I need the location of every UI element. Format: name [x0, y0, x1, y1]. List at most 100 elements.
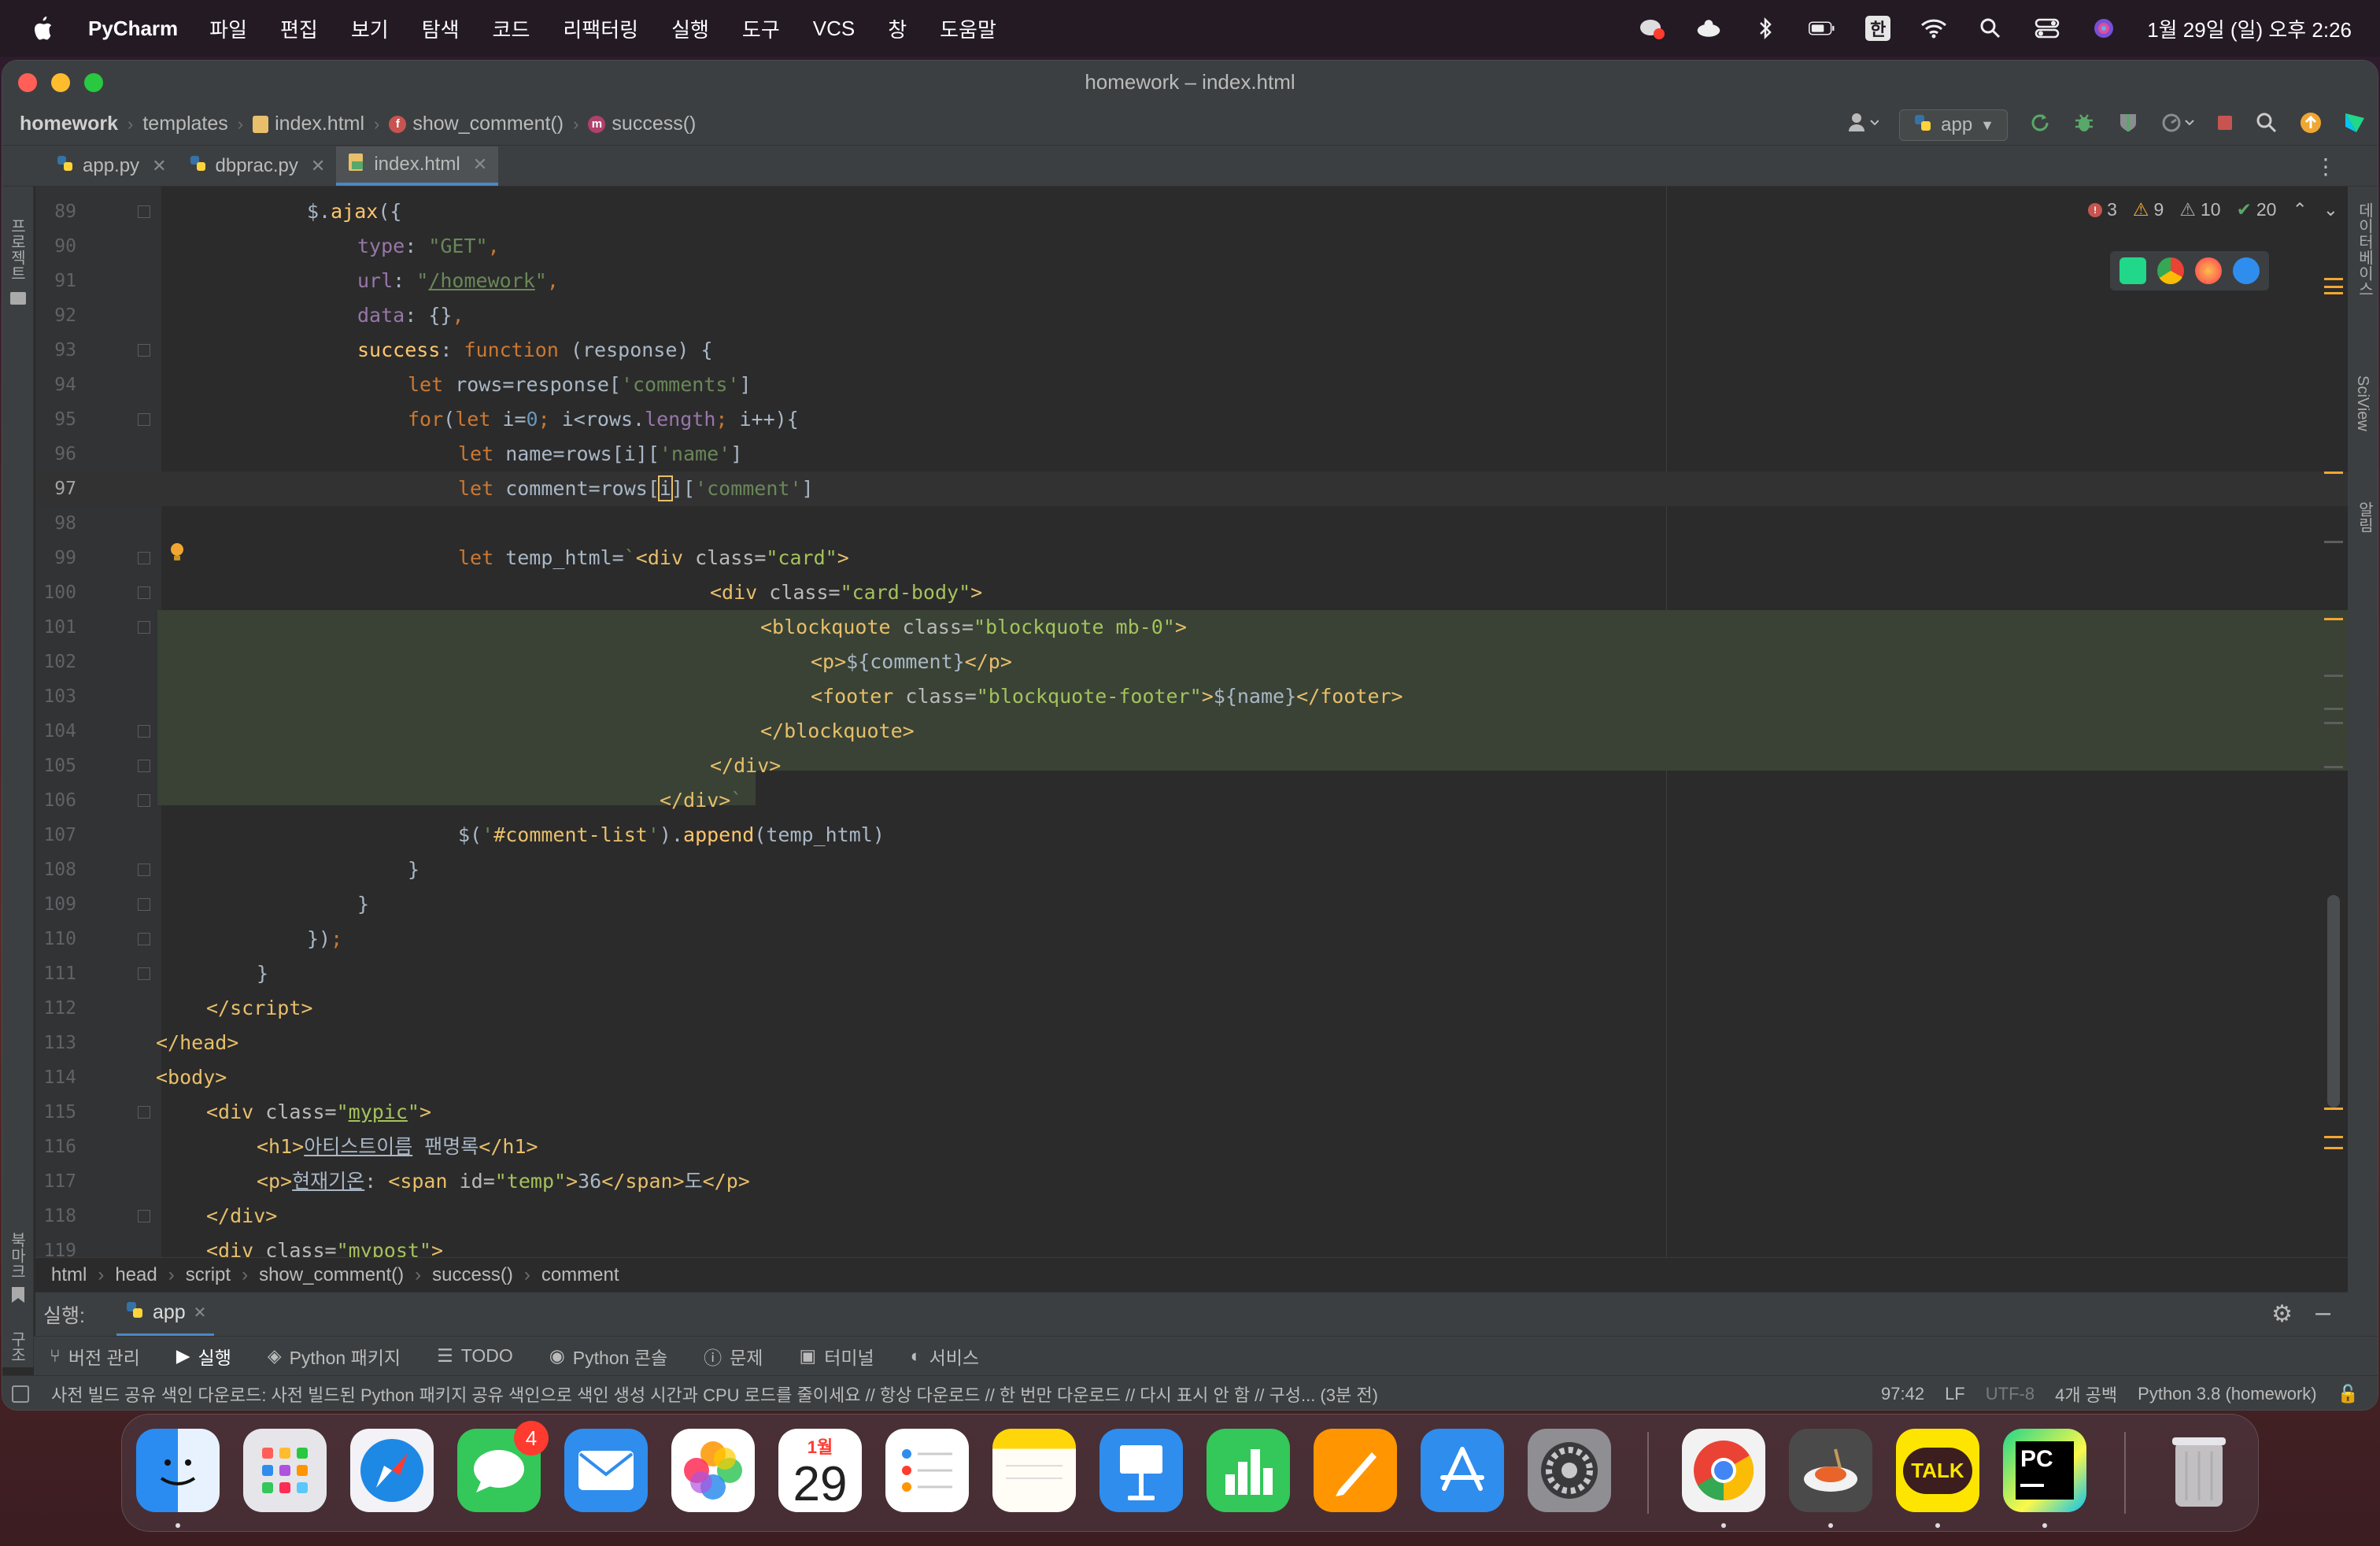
fold-marker-icon[interactable] [138, 725, 150, 738]
fold-marker-icon[interactable] [138, 621, 150, 634]
menu-vcs[interactable]: VCS [813, 17, 855, 41]
database-tool-window[interactable]: 데이터베이스 [2353, 202, 2376, 297]
calendar-icon[interactable]: 1월 29 [778, 1429, 862, 1512]
lock-icon[interactable]: 🔓 [2338, 1384, 2359, 1404]
safari-icon[interactable] [350, 1429, 434, 1512]
fold-marker-icon[interactable] [138, 413, 150, 426]
finder-icon[interactable] [136, 1429, 220, 1512]
minimize-window-button[interactable] [51, 73, 70, 92]
fold-marker-icon[interactable] [138, 760, 150, 772]
chrome-browser-icon[interactable] [2157, 257, 2184, 284]
tab-index-html[interactable]: index.html ✕ [336, 146, 499, 186]
menu-run[interactable]: 실행 [671, 14, 709, 43]
status-toggle-icon[interactable] [12, 1385, 29, 1403]
breadcrumb-script[interactable]: script [186, 1264, 231, 1286]
spotlight-search-icon[interactable] [1977, 17, 2004, 40]
chrome-icon[interactable] [1682, 1429, 1765, 1512]
messages-icon[interactable]: 4 [457, 1421, 549, 1512]
fold-marker-icon[interactable] [138, 1210, 150, 1222]
firefox-browser-icon[interactable] [2195, 257, 2222, 284]
menu-code[interactable]: 코드 [493, 14, 530, 43]
nav-crumb-success[interactable]: m success() [588, 113, 696, 135]
caret-position[interactable]: 97:42 [1881, 1384, 1924, 1404]
menu-refactor[interactable]: 리팩터링 [563, 14, 638, 43]
pycharm-icon[interactable]: PC [2003, 1429, 2086, 1512]
lightbulb-icon[interactable] [169, 542, 185, 563]
indent-setting[interactable]: 4개 공백 [2055, 1381, 2117, 1407]
fold-marker-icon[interactable] [138, 794, 150, 807]
fold-marker-icon[interactable] [138, 933, 150, 945]
status-message[interactable]: 사전 빌드 공유 색인 다운로드: 사전 빌드된 Python 패키지 공유 색… [51, 1381, 1378, 1407]
menu-view[interactable]: 보기 [351, 14, 389, 43]
jetbrains-icon[interactable] [2343, 111, 2367, 140]
system-settings-icon[interactable] [1528, 1429, 1611, 1512]
tool-python-packages[interactable]: ◈ Python 패키지 [268, 1343, 401, 1370]
update-icon[interactable] [2299, 111, 2323, 140]
run-configuration-select[interactable]: app ▼ [1899, 109, 2008, 141]
close-tab-icon[interactable]: ✕ [152, 156, 166, 176]
menu-help[interactable]: 도움말 [940, 14, 996, 43]
fold-marker-icon[interactable] [138, 898, 150, 911]
apple-icon[interactable] [30, 15, 54, 42]
fold-marker-icon[interactable] [138, 586, 150, 599]
run-tab-app[interactable]: app ✕ [116, 1293, 215, 1337]
inspection-weak-warnings[interactable]: ⚠ 10 [2179, 199, 2220, 220]
pasta-app-icon[interactable] [1789, 1429, 1872, 1512]
tool-run[interactable]: ▶ 실행 [176, 1343, 231, 1370]
breadcrumb-comment[interactable]: comment [541, 1264, 619, 1286]
menu-window[interactable]: 창 [888, 14, 907, 43]
inspection-warnings[interactable]: ⚠ 9 [2133, 199, 2164, 220]
menu-navigate[interactable]: 탐색 [422, 14, 460, 43]
fold-marker-icon[interactable] [138, 344, 150, 357]
app-store-icon[interactable] [1421, 1429, 1504, 1512]
safari-browser-icon[interactable] [2233, 257, 2260, 284]
siri-icon[interactable] [2090, 17, 2117, 40]
keynote-icon[interactable] [1099, 1429, 1183, 1512]
fold-marker-icon[interactable] [138, 552, 150, 564]
mail-icon[interactable] [564, 1429, 648, 1512]
breadcrumb-success[interactable]: success() [432, 1264, 513, 1286]
launchpad-icon[interactable] [243, 1429, 327, 1512]
inspection-typos[interactable]: ✔ 20 [2237, 199, 2277, 220]
file-encoding[interactable]: UTF-8 [1986, 1384, 2034, 1404]
menu-app-name[interactable]: PyCharm [88, 17, 178, 41]
notifications-tool-window[interactable]: 알림 [2353, 501, 2376, 533]
close-tab-icon[interactable]: ✕ [194, 1303, 207, 1322]
screen-record-icon[interactable] [1639, 17, 1665, 40]
project-tool-window[interactable]: 프로젝트 [6, 218, 28, 281]
trash-icon[interactable] [2157, 1429, 2241, 1512]
user-icon[interactable] [1847, 111, 1879, 140]
photos-icon[interactable] [671, 1429, 755, 1512]
inspection-widget[interactable]: ! 3 ⚠ 9 ⚠ 10 ✔ 20 ⌃ ⌄ [2088, 199, 2338, 220]
tab-app-py[interactable]: app.py ✕ [45, 146, 178, 186]
pages-icon[interactable] [1314, 1429, 1397, 1512]
rerun-icon[interactable] [2028, 111, 2052, 140]
battery-icon[interactable] [1809, 17, 1835, 40]
control-center-icon[interactable] [2034, 17, 2060, 40]
chevron-up-icon[interactable]: ⌃ [2292, 199, 2307, 220]
zoom-window-button[interactable] [84, 73, 103, 92]
tool-version-control[interactable]: ⑂ 버전 관리 [50, 1343, 140, 1370]
editor-scrollbar[interactable] [2327, 895, 2340, 1108]
settings-gear-icon[interactable]: ⚙ [2271, 1300, 2293, 1328]
wifi-icon[interactable] [1920, 17, 1947, 40]
more-tabs-icon[interactable]: ⋮ [2315, 153, 2337, 179]
menu-edit[interactable]: 편집 [280, 14, 318, 43]
nav-crumb-templates[interactable]: templates [142, 113, 227, 135]
breadcrumb-show-comment[interactable]: show_comment() [259, 1264, 404, 1286]
tool-problems[interactable]: ⓘ 문제 [704, 1343, 763, 1370]
fold-marker-icon[interactable] [138, 967, 150, 980]
cloud-icon[interactable] [1695, 17, 1722, 40]
line-separator[interactable]: LF [1945, 1384, 1965, 1404]
search-icon[interactable] [2255, 111, 2278, 140]
input-source-icon[interactable]: 한 [1865, 16, 1891, 41]
menubar-clock[interactable]: 1월 29일 (일) 오후 2:26 [2147, 14, 2352, 43]
inspection-errors[interactable]: ! 3 [2088, 199, 2117, 220]
bookmarks-tool-window[interactable]: 북마크 [6, 1232, 28, 1279]
nav-project[interactable]: homework [20, 113, 118, 135]
tab-dbprac-py[interactable]: dbprac.py ✕ [178, 146, 337, 186]
tool-todo[interactable]: ☰ TODO [437, 1345, 513, 1367]
structure-tool-window[interactable]: 구조 [6, 1331, 28, 1363]
fold-marker-icon[interactable] [138, 205, 150, 218]
tool-services[interactable]: ◐ 서비스 [911, 1343, 979, 1370]
